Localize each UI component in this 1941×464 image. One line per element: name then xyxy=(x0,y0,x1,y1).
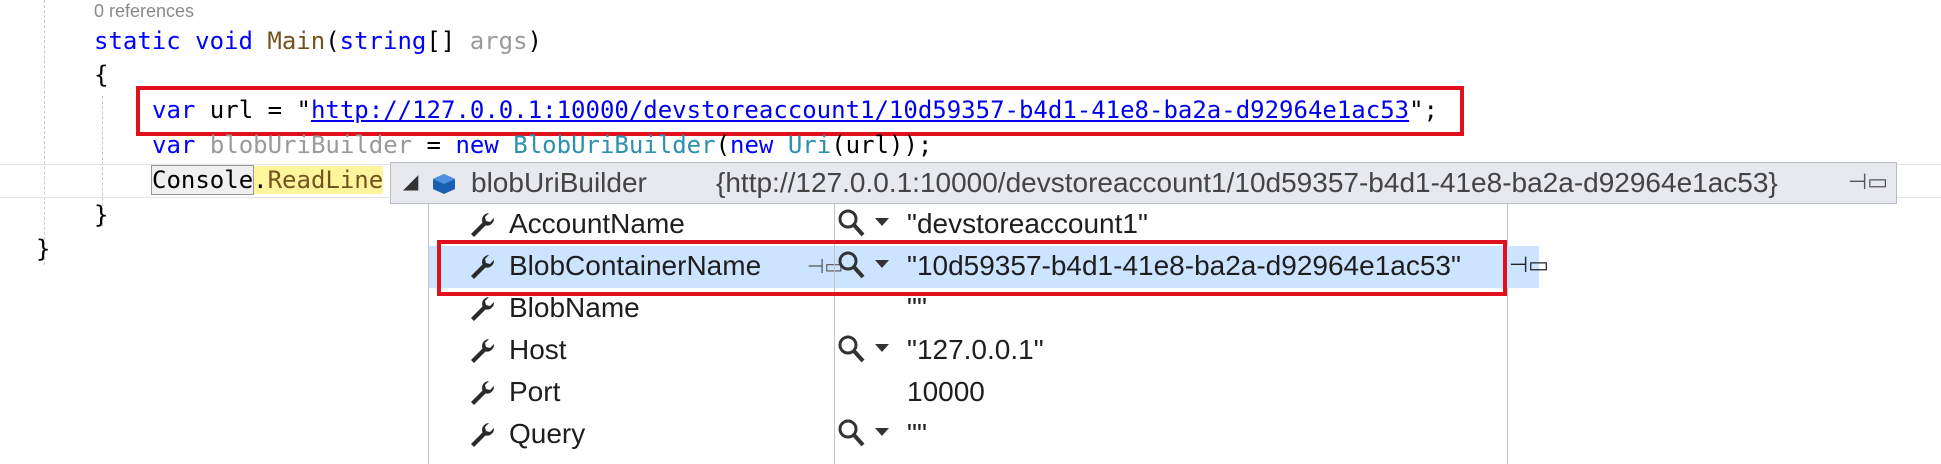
property-value: "devstoreaccount1" xyxy=(907,208,1148,239)
property-row-host[interactable]: Host "127.0.0.1" xyxy=(429,330,1507,372)
datatip-variable-value: {http://127.0.0.1:10000/devstoreaccount1… xyxy=(716,167,1778,198)
property-value: "127.0.0.1" xyxy=(907,334,1044,365)
property-name: Port xyxy=(509,376,561,407)
datatip-header[interactable]: ◢ blobUriBuilder {http://127.0.0.1:10000… xyxy=(390,162,1897,204)
property-value: "" xyxy=(907,292,927,323)
brackets: [] xyxy=(426,27,470,55)
code-line-readline: Console.ReadLine xyxy=(150,163,384,197)
type-string: string xyxy=(339,27,427,55)
property-row-query[interactable]: Query "" xyxy=(429,414,1507,456)
codelens-references[interactable]: 0 references xyxy=(94,0,194,22)
code-text: . xyxy=(253,166,268,194)
keyword-void: void xyxy=(195,27,253,55)
property-name: AccountName xyxy=(509,208,685,239)
collapse-arrow-icon[interactable]: ◢ xyxy=(403,169,418,194)
keyword-new: new xyxy=(730,131,774,159)
datatip-variable-name: blobUriBuilder xyxy=(471,167,647,198)
code-text: = xyxy=(412,131,456,159)
wrench-icon xyxy=(467,294,497,331)
paren: ) xyxy=(527,27,542,55)
keyword-new: new xyxy=(455,131,499,159)
param-args: args xyxy=(469,27,528,55)
pin-icon[interactable]: ⊣▭ xyxy=(1848,169,1888,195)
property-value: 10000 xyxy=(907,376,985,407)
type-uri: Uri xyxy=(787,131,832,159)
highlight-box-blobcontainername xyxy=(437,240,1507,296)
wrench-icon xyxy=(467,420,497,457)
property-row-port[interactable]: Port 10000 xyxy=(429,372,1507,414)
property-name: BlobName xyxy=(509,292,640,323)
property-name: Host xyxy=(509,334,567,365)
property-name: Query xyxy=(509,418,586,449)
indent-guide xyxy=(44,0,45,265)
code-line-close-inner: } xyxy=(94,201,109,229)
method-name: Main xyxy=(267,27,326,55)
wrench-icon xyxy=(467,336,497,373)
type-bloburibuilder: BlobUriBuilder xyxy=(513,131,716,159)
paren: ( xyxy=(715,131,731,159)
class-console: Console xyxy=(150,165,255,195)
keyword-var: var xyxy=(152,131,196,159)
pin-icon[interactable]: ⊣▭ xyxy=(1509,252,1549,278)
method-readline: ReadLine xyxy=(267,166,384,194)
code-line-close-outer: } xyxy=(36,235,51,263)
magnifier-icon[interactable] xyxy=(837,334,865,371)
chevron-down-icon[interactable] xyxy=(875,218,889,226)
chevron-down-icon[interactable] xyxy=(875,428,889,436)
variable-bloburibuilder[interactable]: blobUriBuilder xyxy=(210,131,412,159)
object-icon xyxy=(431,171,457,203)
code-line-open-brace: { xyxy=(94,61,109,89)
wrench-icon xyxy=(467,378,497,415)
property-value: "" xyxy=(907,418,927,449)
code-text: (url)); xyxy=(831,131,933,159)
code-line-bloburibuilder: var blobUriBuilder = new BlobUriBuilder(… xyxy=(152,128,932,162)
code-line-main: static void Main(string[] args) xyxy=(94,24,542,58)
paren: ( xyxy=(325,27,340,55)
keyword-static: static xyxy=(94,27,181,55)
chevron-down-icon[interactable] xyxy=(875,344,889,352)
magnifier-icon[interactable] xyxy=(837,418,865,455)
